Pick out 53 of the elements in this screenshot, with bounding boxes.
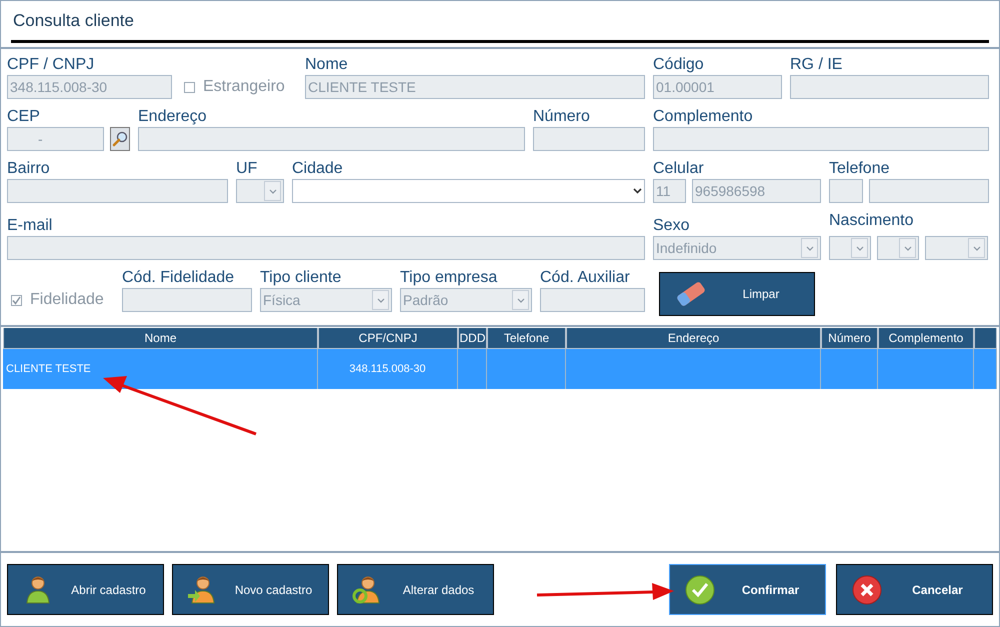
new-record-button[interactable]: Novo cadastro bbox=[172, 564, 329, 615]
window-title: Consulta cliente bbox=[13, 10, 134, 32]
field-label: Cód. Fidelidade bbox=[122, 268, 236, 288]
checkbox-label: Estrangeiro bbox=[203, 77, 285, 97]
chevron-icon bbox=[972, 246, 980, 250]
field-label: Cód. Auxiliar bbox=[540, 268, 631, 288]
open-record-button[interactable]: Abrir cadastro bbox=[7, 564, 164, 615]
field-label: Telefone bbox=[829, 159, 890, 179]
check-icon bbox=[684, 574, 716, 606]
checkbox-label: Fidelidade bbox=[30, 290, 104, 310]
field-label: Número bbox=[533, 107, 591, 127]
field-label: Tipo empresa bbox=[400, 268, 498, 288]
field-label: UF bbox=[236, 159, 258, 179]
clear-button[interactable]: Limpar bbox=[659, 272, 815, 316]
chevron-icon bbox=[806, 246, 814, 250]
column-header: CPF/CNPJ bbox=[318, 328, 458, 349]
field-label: Complemento bbox=[653, 107, 754, 127]
column-header: Número bbox=[821, 328, 878, 349]
chevron-icon bbox=[633, 188, 642, 194]
field-label: CEP bbox=[7, 107, 41, 127]
field-label: Nascimento bbox=[829, 211, 914, 231]
close-icon bbox=[851, 574, 883, 606]
table-row[interactable]: CLIENTE TESTE 348.115.008-30 bbox=[3, 349, 997, 389]
field-label: E-mail bbox=[7, 216, 54, 236]
confirm-button[interactable]: Confirmar bbox=[669, 564, 826, 615]
search-button[interactable] bbox=[110, 127, 130, 151]
column-header: Endereço bbox=[566, 328, 821, 349]
field-label: Código bbox=[653, 55, 705, 75]
field-label: Sexo bbox=[653, 216, 690, 236]
field-label: Cidade bbox=[292, 159, 344, 179]
column-header bbox=[974, 328, 997, 349]
check-icon bbox=[12, 296, 21, 304]
field-label: Celular bbox=[653, 159, 705, 179]
search-icon bbox=[112, 131, 128, 147]
dropdown[interactable] bbox=[292, 179, 645, 203]
chevron-icon bbox=[516, 298, 524, 302]
table-cell: 348.115.008-30 bbox=[318, 349, 458, 389]
field-label: Nome bbox=[305, 55, 349, 75]
cancel-button[interactable]: Cancelar bbox=[836, 564, 993, 615]
column-header: Telefone bbox=[487, 328, 566, 349]
column-header: DDD bbox=[458, 328, 487, 349]
chevron-icon bbox=[376, 298, 384, 302]
chevron-icon bbox=[268, 188, 276, 194]
field-label: Bairro bbox=[7, 159, 51, 179]
field-label: Tipo cliente bbox=[260, 268, 342, 288]
column-header: Nome bbox=[3, 328, 318, 349]
edit-data-button[interactable]: Alterar dados bbox=[337, 564, 494, 615]
column-header: Complemento bbox=[878, 328, 974, 349]
chevron-icon bbox=[856, 246, 864, 250]
field-label: Endereço bbox=[138, 107, 208, 127]
field-label: RG / IE bbox=[790, 55, 844, 75]
field-label: CPF / CNPJ bbox=[7, 55, 96, 75]
chevron-icon bbox=[904, 246, 912, 250]
